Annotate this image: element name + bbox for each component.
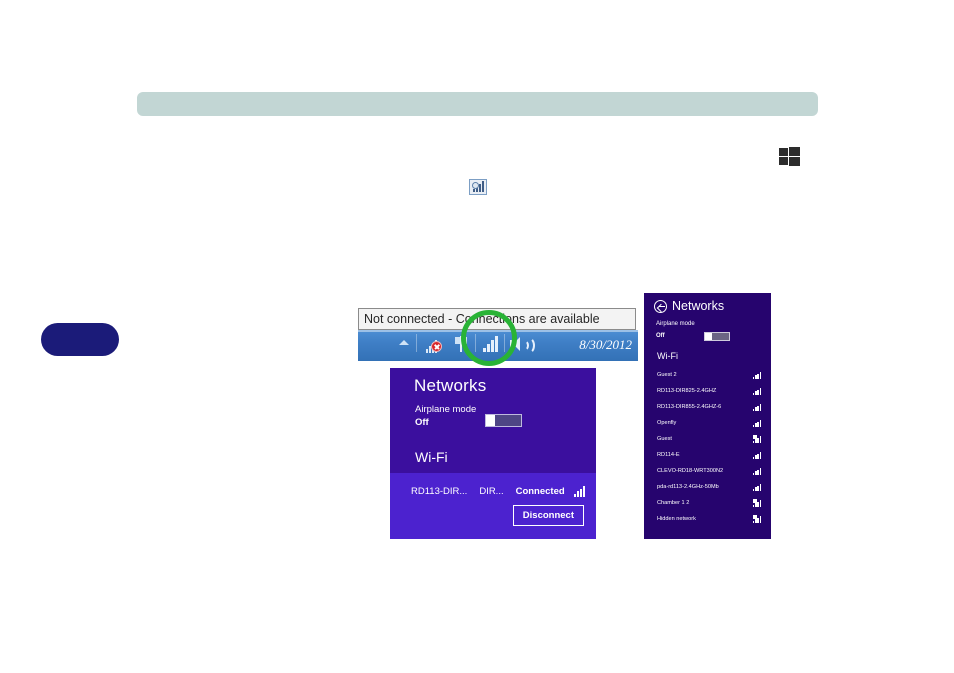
signal-strength-icon <box>753 371 763 379</box>
green-circle-annotation <box>461 310 517 366</box>
network-list-item[interactable]: pda-rd113-2.4GHz-50Mb <box>644 479 771 495</box>
network-ssid: CLEVO-RD18-WRT300N2 <box>657 468 724 474</box>
network-list-item[interactable]: Guest <box>644 431 771 447</box>
network-list-item[interactable]: RD113-DIR825-2.4GHZ <box>644 383 771 399</box>
network-ssid: Guest 2 <box>657 372 677 378</box>
network-list-item[interactable]: RD114-E <box>644 447 771 463</box>
network-list-item[interactable]: Guest 2 <box>644 367 771 383</box>
taskbar-clock[interactable]: 8/30/2012 <box>579 337 632 353</box>
network-ssid: Chamber 1 2 <box>657 500 690 506</box>
secured-signal-strength-icon <box>753 435 763 443</box>
airplane-mode-state: Off <box>656 333 665 339</box>
signal-strength-icon <box>753 387 763 395</box>
wifi-section-header: Wi-Fi <box>657 351 678 361</box>
signal-strength-icon <box>753 419 763 427</box>
network-disconnected-icon[interactable] <box>426 336 444 353</box>
wireless-settings-icon <box>469 179 487 195</box>
signal-strength-icon <box>573 485 588 497</box>
network-list-item[interactable]: Hidden network <box>644 511 771 527</box>
network-ssid: Openfly <box>657 420 677 426</box>
network-ssid: Guest <box>657 436 672 442</box>
flyout-title: Networks <box>414 376 487 395</box>
show-hidden-icons-chevron[interactable] <box>399 340 409 345</box>
network-list-item[interactable]: RD113-DIR855-2.4GHZ-6 <box>644 399 771 415</box>
flyout-header: Networks <box>654 299 724 313</box>
network-status: Connected <box>515 485 565 497</box>
airplane-mode-label: Airplane mode <box>656 321 695 327</box>
toggle-knob <box>486 415 495 426</box>
network-list-item[interactable]: CLEVO-RD18-WRT300N2 <box>644 463 771 479</box>
lock-icon <box>753 499 757 503</box>
toggle-knob <box>705 333 712 340</box>
network-list-item[interactable]: Chamber 1 2 <box>644 495 771 511</box>
network-list: Guest 2 RD113-DIR825-2.4GHZ RD113-DIR855-2… <box>644 367 771 527</box>
networks-flyout-small: Networks Airplane mode Off Wi-Fi Guest 2… <box>643 292 772 540</box>
network-ssid: pda-rd113-2.4GHz-50Mb <box>657 484 719 490</box>
signal-strength-icon <box>753 467 763 475</box>
windows-logo-icon <box>779 147 800 166</box>
signal-strength-icon <box>753 403 763 411</box>
signal-strength-icon <box>753 451 763 459</box>
secured-signal-strength-icon <box>753 499 763 507</box>
disconnect-button[interactable]: Disconnect <box>512 505 584 526</box>
lock-icon <box>753 435 757 439</box>
airplane-mode-toggle[interactable] <box>704 332 730 341</box>
lock-icon <box>753 515 757 519</box>
network-ssid: RD113-DIR825-2.4GHZ <box>657 388 717 394</box>
airplane-mode-state: Off <box>415 417 429 428</box>
network-row-connected[interactable]: RD113-DIR... DIR... Connected <box>390 480 596 502</box>
wifi-section-header: Wi-Fi <box>415 449 448 465</box>
network-list-item[interactable]: Openfly <box>644 415 771 431</box>
network-ssid-secondary: DIR... <box>479 485 504 497</box>
airplane-mode-toggle[interactable] <box>485 414 522 427</box>
tray-divider <box>416 334 417 352</box>
network-ssid: RD113-DIR... <box>411 485 468 497</box>
flyout-title: Networks <box>672 299 725 313</box>
airplane-mode-label: Airplane mode <box>415 404 477 415</box>
secured-signal-strength-icon <box>753 515 763 523</box>
page-side-tab <box>41 323 119 356</box>
network-ssid: RD113-DIR855-2.4GHZ-6 <box>657 404 722 410</box>
network-ssid: RD114-E <box>657 452 680 458</box>
network-ssid: Hidden network <box>657 516 696 522</box>
networks-flyout-large: Networks Airplane mode Off Wi-Fi RD113-D… <box>389 367 597 540</box>
back-arrow-icon[interactable] <box>654 299 667 313</box>
signal-strength-icon <box>753 483 763 491</box>
header-banner <box>137 92 818 116</box>
